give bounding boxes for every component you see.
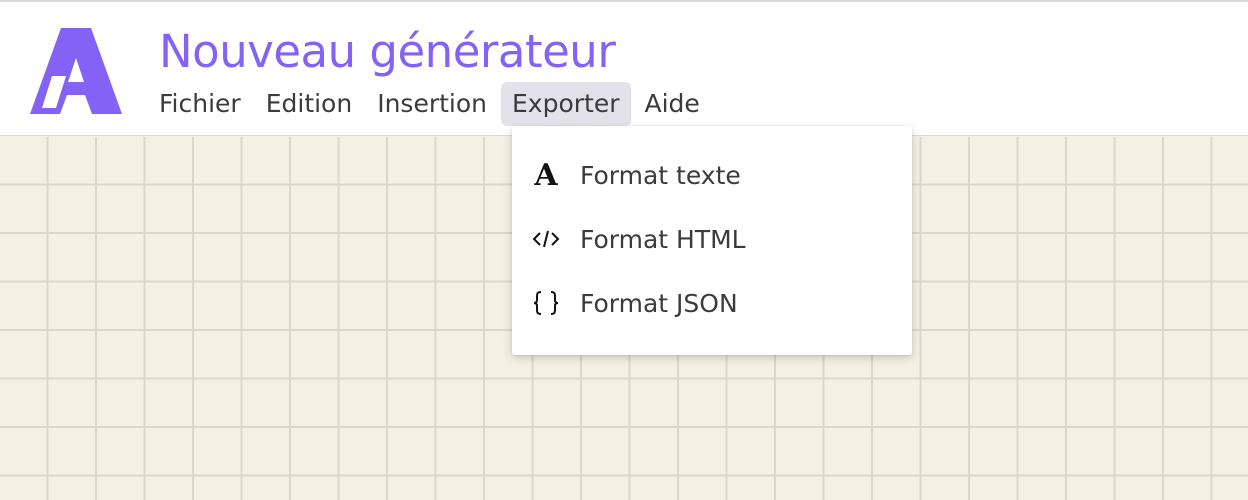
- menu-aide[interactable]: Aide: [634, 82, 711, 126]
- menu-fichier[interactable]: Fichier: [148, 82, 252, 126]
- menu-exporter[interactable]: Exporter: [501, 82, 631, 126]
- export-format-html[interactable]: Format HTML: [512, 207, 912, 271]
- stylized-a-logo-icon: [30, 28, 122, 114]
- code-tag-icon: [530, 223, 562, 255]
- export-format-html-label: Format HTML: [580, 224, 746, 254]
- export-dropdown-menu: A Format texte Format HTML Format JSON: [512, 126, 912, 355]
- app-header: Nouveau générateur Fichier Edition Inser…: [0, 0, 1248, 136]
- export-format-json[interactable]: Format JSON: [512, 271, 912, 335]
- menu-edition[interactable]: Edition: [255, 82, 364, 126]
- menu-bar: Fichier Edition Insertion Exporter Aide: [148, 82, 714, 126]
- curly-braces-icon: [530, 287, 562, 319]
- export-format-text[interactable]: A Format texte: [512, 143, 912, 207]
- serif-a-icon: A: [534, 157, 558, 193]
- menu-insertion[interactable]: Insertion: [366, 82, 498, 126]
- export-format-json-label: Format JSON: [580, 288, 738, 318]
- export-format-text-label: Format texte: [580, 160, 741, 190]
- document-title[interactable]: Nouveau générateur: [159, 24, 616, 80]
